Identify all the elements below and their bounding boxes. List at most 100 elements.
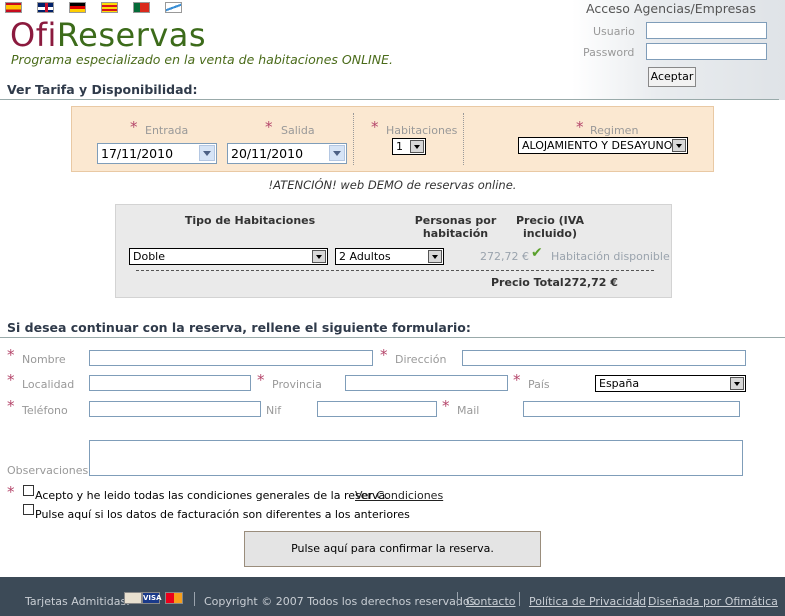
col-persons: Personas por habitación <box>408 214 503 240</box>
city-input[interactable] <box>89 375 251 391</box>
board-dropdown-icon[interactable] <box>672 139 686 152</box>
agency-login-button[interactable]: Aceptar <box>648 67 696 87</box>
checkout-date-input[interactable]: 20/11/2010 <box>227 143 347 164</box>
province-label: Provincia <box>272 378 322 391</box>
language-flag-spanish[interactable] <box>5 2 22 13</box>
copyright: Copyright © 2007 Todos los derechos rese… <box>204 595 479 608</box>
rooms-value: 1 <box>396 140 403 153</box>
required-mark: * <box>576 118 584 136</box>
col-price-line2: incluido) <box>523 227 577 240</box>
demo-warning: !ATENCIÓN! web DEMO de reservas online. <box>268 178 517 192</box>
required-mark: * <box>7 371 15 389</box>
checkout-date-value: 20/11/2010 <box>231 146 304 161</box>
country-dropdown-icon[interactable] <box>730 377 744 390</box>
name-input[interactable] <box>89 350 373 366</box>
required-mark: * <box>513 371 521 389</box>
col-persons-line1: Personas por <box>414 214 497 227</box>
agency-login-title: Acceso Agencias/Empresas <box>586 1 756 16</box>
rooms-divider <box>136 270 654 271</box>
agency-user-input[interactable] <box>646 22 767 39</box>
panel-separator <box>353 113 354 165</box>
view-conditions-link[interactable]: Ver Condiciones <box>355 489 443 502</box>
phone-input[interactable] <box>89 401 261 417</box>
address-input[interactable] <box>462 350 746 366</box>
mail-input[interactable] <box>523 401 740 417</box>
checkout-dropdown-icon[interactable] <box>329 145 345 161</box>
total-label: Precio Total <box>491 276 564 289</box>
mail-label: Mail <box>457 404 480 417</box>
privacy-policy-link[interactable]: Política de Privacidad <box>529 595 646 608</box>
language-flag-galician[interactable] <box>165 2 182 13</box>
agency-user-label: Usuario <box>593 25 635 38</box>
room-availability: Habitación disponible <box>551 250 670 263</box>
room-type-select[interactable]: Doble <box>129 248 328 265</box>
mastercard-icon <box>165 592 183 604</box>
checkin-dropdown-icon[interactable] <box>199 145 215 161</box>
notes-textarea[interactable] <box>89 440 743 476</box>
site-logo[interactable]: OfiReservas <box>10 17 206 53</box>
col-persons-line2: habitación <box>422 227 489 240</box>
agency-password-input[interactable] <box>646 43 767 60</box>
rooms-select[interactable]: 1 <box>392 138 426 155</box>
panel-separator <box>463 113 464 165</box>
required-mark: * <box>380 346 388 364</box>
footer-separator <box>638 592 639 606</box>
required-mark: * <box>7 483 15 501</box>
persons-value: 2 Adultos <box>339 250 391 263</box>
agency-password-label: Password <box>583 46 635 59</box>
country-select[interactable]: España <box>595 375 746 392</box>
name-label: Nombre <box>22 353 66 366</box>
nif-input[interactable] <box>317 401 437 417</box>
form-title: Si desea continuar con la reserva, relle… <box>7 320 471 335</box>
billing-data-checkbox[interactable] <box>23 504 34 515</box>
nif-label: Nif <box>266 404 282 417</box>
availability-title: Ver Tarifa y Disponibilidad: <box>7 82 198 97</box>
section-divider <box>0 99 779 100</box>
province-input[interactable] <box>345 375 508 391</box>
billing-data-label: Pulse aquí si los datos de facturación s… <box>35 508 410 521</box>
accept-terms-checkbox[interactable] <box>23 485 34 496</box>
checkin-label: Entrada <box>145 124 189 137</box>
required-mark: * <box>265 118 273 136</box>
cards-label: Tarjetas Admitidas: <box>25 595 130 608</box>
country-label: País <box>528 378 550 391</box>
logo-text-reservas: Reservas <box>56 16 207 54</box>
rooms-dropdown-icon[interactable] <box>410 140 424 153</box>
country-value: España <box>599 377 640 390</box>
total-value: 272,72 € <box>564 276 618 289</box>
confirm-reservation-button[interactable]: Pulse aquí para confirmar la reserva. <box>244 531 541 567</box>
form-divider <box>0 337 785 338</box>
footer-separator <box>519 592 520 606</box>
persons-dropdown-icon[interactable] <box>428 250 442 263</box>
checkin-date-input[interactable]: 17/11/2010 <box>97 143 217 164</box>
required-mark: * <box>130 118 138 136</box>
col-price: Precio (IVA incluido) <box>505 214 595 240</box>
language-flag-portuguese[interactable] <box>133 2 150 13</box>
contact-link[interactable]: Contacto <box>466 595 516 608</box>
footer-separator <box>194 592 195 606</box>
check-icon: ✔ <box>531 245 543 261</box>
language-flag-german[interactable] <box>69 2 86 13</box>
language-flag-catalan[interactable] <box>101 2 118 13</box>
checkout-label: Salida <box>281 124 315 137</box>
required-mark: * <box>371 118 379 136</box>
persons-select[interactable]: 2 Adultos <box>335 248 444 265</box>
checkin-date-value: 17/11/2010 <box>101 146 174 161</box>
address-label: Dirección <box>395 353 447 366</box>
phone-label: Teléfono <box>22 404 68 417</box>
col-room-type: Tipo de Habitaciones <box>184 214 316 227</box>
room-type-value: Doble <box>133 250 166 263</box>
card-icon <box>124 592 142 604</box>
visa-icon: VISA <box>142 592 162 604</box>
room-type-dropdown-icon[interactable] <box>312 250 326 263</box>
logo-text-ofi: Ofi <box>10 16 57 54</box>
board-value: ALOJAMIENTO Y DESAYUNO <box>522 139 673 152</box>
room-price: 272,72 € <box>480 250 529 263</box>
language-flag-english[interactable] <box>37 2 54 13</box>
designer-link[interactable]: Diseñada por Ofimática <box>648 595 778 608</box>
notes-label: Observaciones <box>7 464 89 477</box>
required-mark: * <box>7 346 15 364</box>
rooms-label: Habitaciones <box>386 124 458 137</box>
board-select[interactable]: ALOJAMIENTO Y DESAYUNO <box>518 137 688 154</box>
accept-terms-label: Acepto y he leido todas las condiciones … <box>35 489 389 502</box>
